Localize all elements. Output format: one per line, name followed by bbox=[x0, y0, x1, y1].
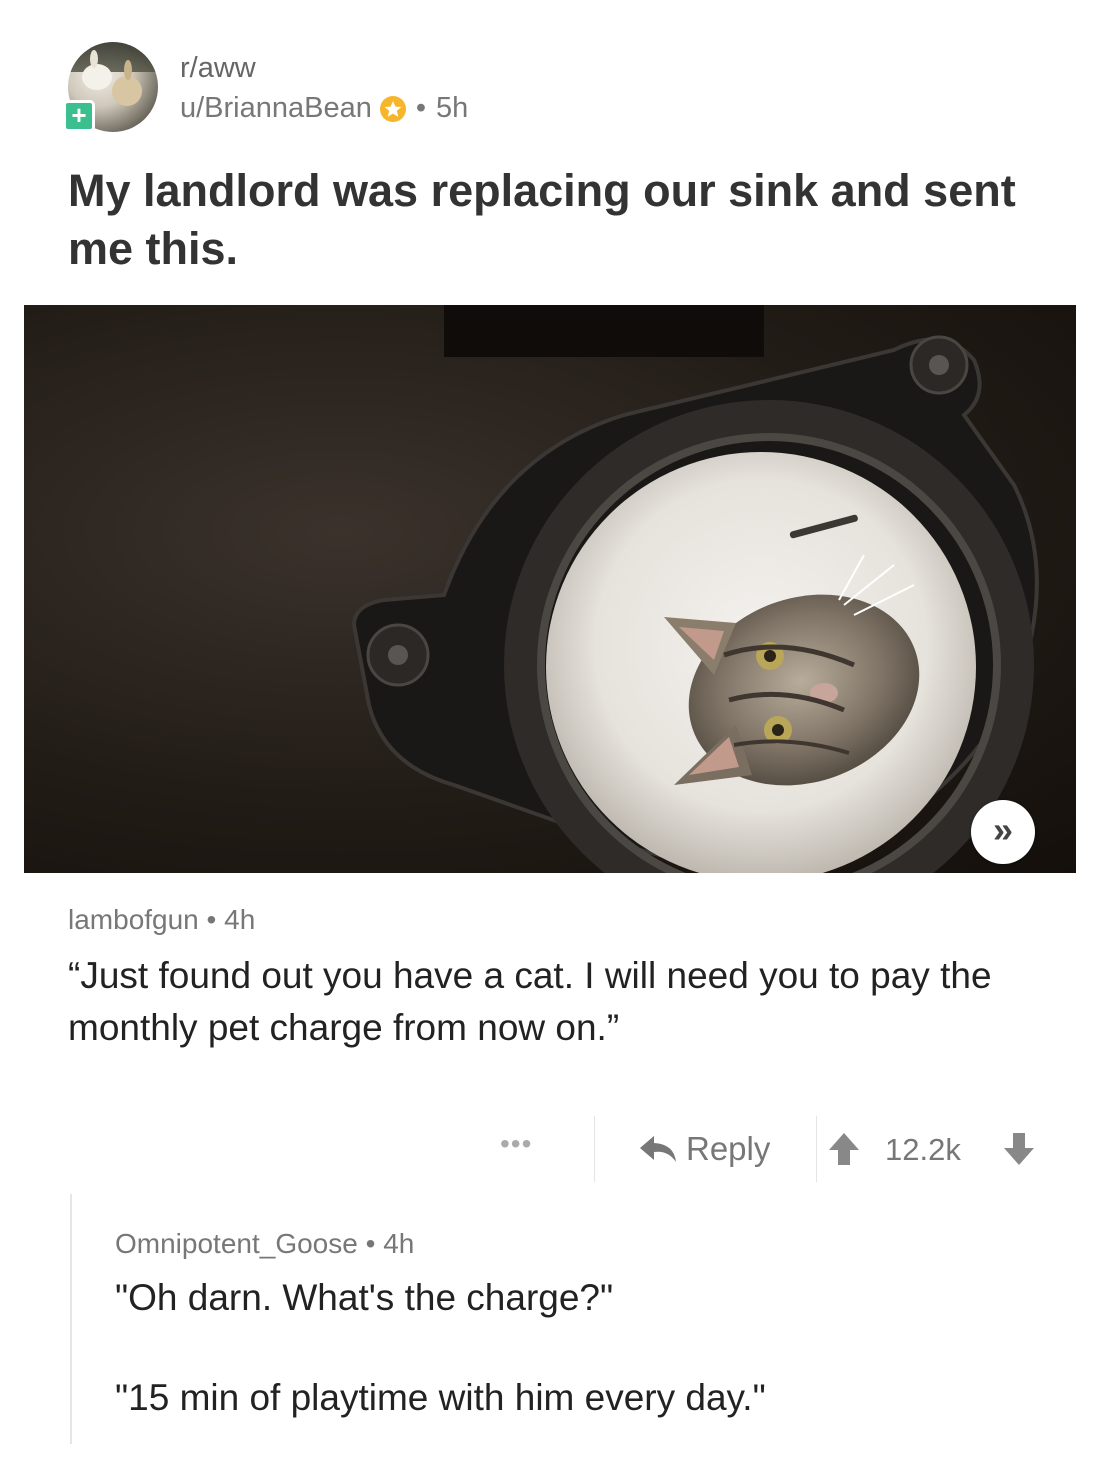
reply-label: Reply bbox=[686, 1130, 771, 1167]
reply-button[interactable]: Reply bbox=[638, 1130, 770, 1168]
separator-dot: • bbox=[415, 92, 427, 124]
comment-author[interactable]: lambofgun bbox=[68, 904, 199, 935]
post-image[interactable] bbox=[24, 305, 1076, 873]
more-icon[interactable]: ••• bbox=[500, 1128, 532, 1160]
comment-age: 4h bbox=[224, 904, 256, 935]
reply-arrow-icon bbox=[640, 1136, 676, 1162]
score: 12.2k bbox=[885, 1132, 961, 1167]
post-author[interactable]: u/BriannaBean bbox=[180, 92, 372, 125]
downvote-button[interactable] bbox=[1000, 1130, 1038, 1173]
comment-author[interactable]: Omnipotent_Goose bbox=[115, 1228, 358, 1259]
post-author-line: u/BriannaBean • 5h bbox=[180, 92, 468, 125]
thread-line[interactable] bbox=[70, 1194, 72, 1444]
gold-star-icon bbox=[379, 95, 406, 122]
post-age: 5h bbox=[436, 92, 469, 124]
subreddit-name[interactable]: r/aww bbox=[180, 52, 256, 85]
comment-age: 4h bbox=[383, 1228, 415, 1259]
divider bbox=[594, 1116, 595, 1182]
upvote-arrow-icon bbox=[829, 1133, 859, 1165]
divider bbox=[816, 1116, 817, 1182]
upvote-button[interactable] bbox=[825, 1130, 863, 1173]
expand-icon[interactable]: » bbox=[971, 800, 1035, 864]
downvote-arrow-icon bbox=[1004, 1133, 1034, 1165]
separator-dot: • bbox=[206, 904, 217, 935]
comment-body: “Just found out you have a cat. I will n… bbox=[68, 955, 992, 1048]
post-title[interactable]: My landlord was replacing our sink and s… bbox=[68, 162, 1048, 278]
comment-meta: lambofgun • 4h bbox=[68, 904, 255, 936]
comment-meta: Omnipotent_Goose • 4h bbox=[115, 1228, 414, 1260]
plus-icon[interactable]: + bbox=[63, 100, 95, 132]
separator-dot: • bbox=[365, 1228, 376, 1259]
comment-body: "15 min of playtime with him every day." bbox=[115, 1377, 766, 1418]
comment-body: "Oh darn. What's the charge?" bbox=[115, 1277, 614, 1318]
